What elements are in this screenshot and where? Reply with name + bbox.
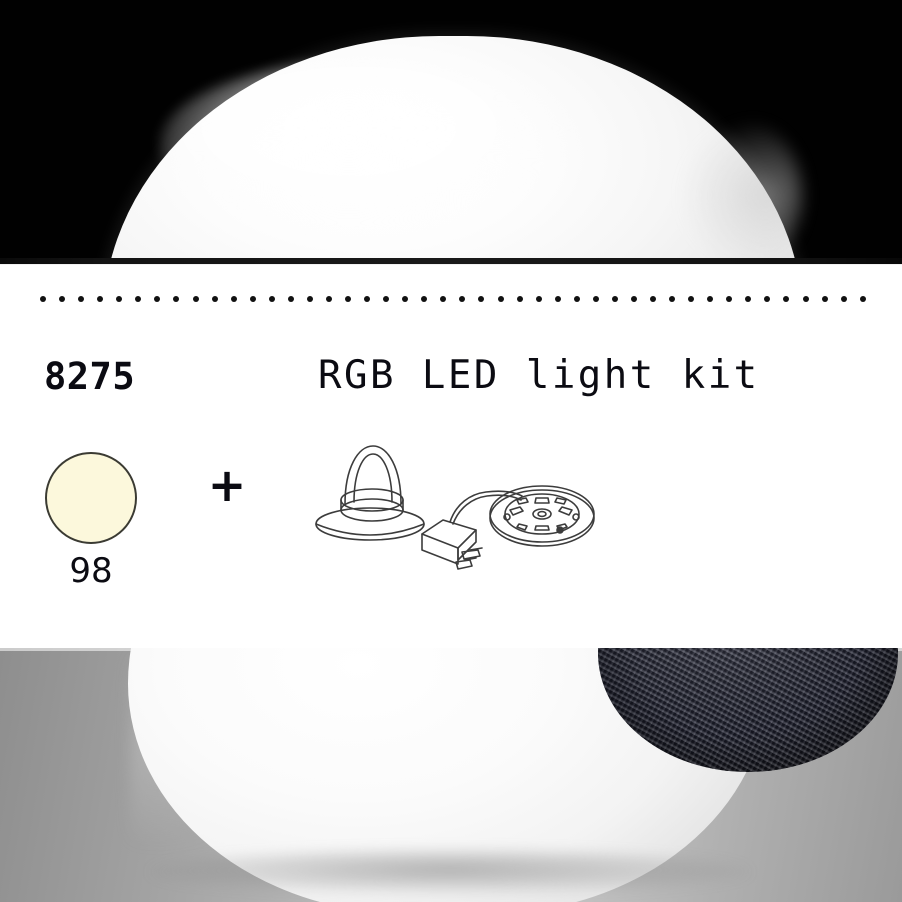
rule-dot	[268, 295, 275, 302]
rule-dot	[745, 295, 752, 302]
rule-dot	[630, 295, 637, 302]
rule-dot	[249, 295, 256, 302]
rule-dot	[287, 295, 294, 302]
lamp-dome-icon	[344, 445, 402, 505]
rule-dot	[306, 295, 313, 302]
rule-dot	[59, 295, 66, 302]
plus-operator: +	[207, 458, 247, 512]
color-swatch-count: 98	[69, 551, 113, 591]
rule-dot	[650, 295, 656, 302]
rule-dot	[554, 295, 561, 302]
product-code: 8275	[44, 355, 136, 398]
rule-dot	[821, 295, 828, 302]
rule-dot	[592, 295, 599, 302]
rule-dot	[325, 295, 332, 302]
rule-dot	[78, 295, 85, 302]
lamp-dome-shading	[682, 120, 802, 264]
rule-dot	[707, 295, 714, 302]
rule-dot	[135, 295, 142, 302]
rule-dot	[97, 295, 104, 302]
product-title: RGB LED light kit	[318, 353, 760, 398]
kit-illustration-svg	[315, 445, 595, 570]
rule-dot	[116, 295, 123, 302]
rule-dot	[192, 295, 199, 302]
rule-dot	[516, 295, 523, 302]
rule-dot	[345, 295, 351, 302]
rule-dot	[802, 295, 809, 302]
rule-dot	[573, 295, 580, 302]
dotted-rule	[40, 295, 866, 302]
rule-dot	[840, 295, 847, 302]
product-card-page: 8275 RGB LED light kit 98 +	[0, 0, 902, 902]
rule-dot	[459, 295, 466, 302]
rule-dot	[421, 295, 428, 302]
rule-dot	[40, 295, 46, 302]
rule-dot	[726, 295, 733, 302]
power-adapter-icon	[421, 519, 483, 570]
rule-dot	[783, 295, 790, 302]
lamp-dome-highlight	[160, 60, 580, 230]
rule-dot	[688, 295, 695, 302]
color-swatch[interactable]	[45, 452, 137, 544]
lamp-base-icon	[315, 507, 425, 541]
product-photo-bottom	[0, 648, 902, 902]
rule-dot	[154, 295, 161, 302]
rule-dot	[478, 295, 485, 302]
kit-illustration	[310, 438, 600, 588]
rule-dot	[764, 295, 771, 302]
knitted-sphere	[598, 648, 898, 772]
rule-dot	[859, 295, 866, 302]
rule-dot	[173, 295, 180, 302]
rule-dot	[497, 295, 504, 302]
rule-dot	[211, 295, 218, 302]
band-top-hairline	[0, 264, 902, 265]
rule-dot	[440, 295, 447, 302]
lamp-cast-shadow	[150, 850, 750, 894]
rule-dot	[230, 295, 237, 302]
lamp-collar-icon	[340, 488, 404, 522]
rule-dot	[611, 295, 618, 302]
rule-dot	[669, 295, 676, 302]
rule-dot	[383, 295, 390, 302]
rule-dot	[535, 295, 542, 302]
rule-dot	[364, 295, 371, 302]
rule-dot	[402, 295, 409, 302]
product-photo-top	[0, 0, 902, 264]
